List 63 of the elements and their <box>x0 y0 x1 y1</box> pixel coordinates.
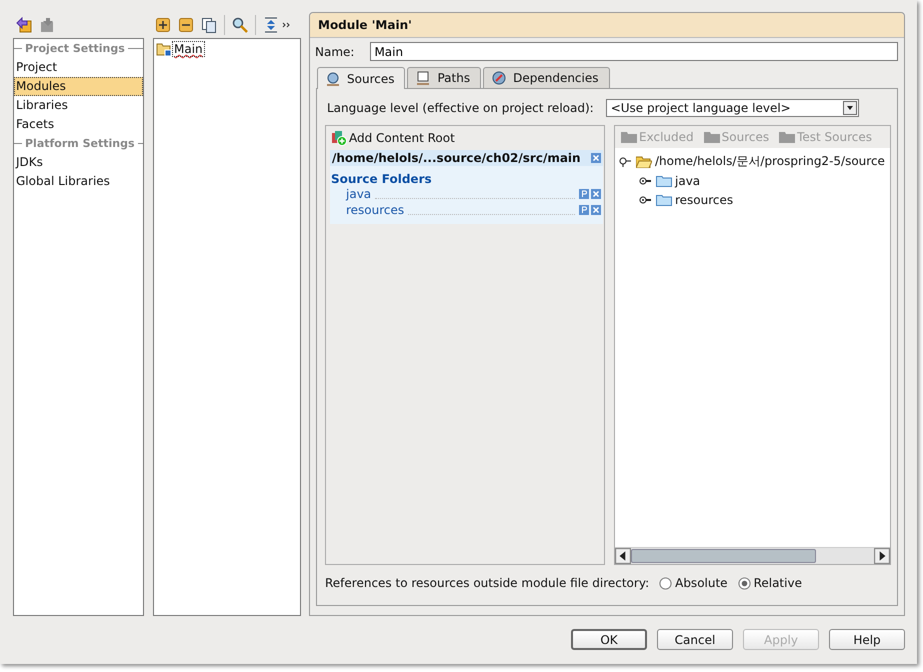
root-path: /home/helols/...source/ch02/src/main <box>332 151 581 165</box>
properties-icon[interactable] <box>579 205 589 215</box>
folder-icon <box>621 131 637 143</box>
folder-icon <box>779 131 796 143</box>
tree-item[interactable]: java <box>675 174 700 188</box>
folder-icon <box>656 194 672 206</box>
close-icon[interactable] <box>591 153 601 163</box>
expand-icon[interactable] <box>263 17 279 33</box>
open-folder-icon <box>636 156 652 168</box>
group-header: Project Settings <box>25 42 125 55</box>
scrollbar-thumb[interactable] <box>631 549 816 563</box>
expand-handle-icon[interactable] <box>639 194 653 204</box>
radio-circle-icon <box>738 576 751 590</box>
forward-icon[interactable] <box>40 17 56 33</box>
section-title: Source Folders <box>330 172 433 186</box>
folder-icon <box>656 174 672 186</box>
search-icon[interactable] <box>232 17 248 33</box>
sidebar-item[interactable]: Modules <box>14 77 143 96</box>
tree-item[interactable]: Main <box>173 42 204 56</box>
folder-icon <box>704 131 720 143</box>
sidebar-item[interactable]: Global Libraries <box>14 172 143 191</box>
tree-item[interactable]: resources <box>675 192 734 206</box>
more-icon[interactable] <box>282 20 292 30</box>
add-root-icon <box>331 130 347 146</box>
sidebar-item[interactable]: Facets <box>14 115 143 134</box>
language-dropdown[interactable]: <Use project language level> <box>606 99 859 117</box>
radio-button[interactable]: Absolute <box>659 576 728 590</box>
compass-icon <box>491 70 508 86</box>
group-header: Platform Settings <box>25 137 134 150</box>
source-folder[interactable]: java <box>346 187 372 201</box>
close-icon[interactable] <box>591 205 601 215</box>
radio-circle-icon <box>659 576 672 590</box>
tree-item[interactable]: /home/helols/문서/prospring2-5/source <box>655 153 885 170</box>
tab[interactable]: Sources <box>317 67 406 89</box>
tab[interactable]: Paths <box>407 67 482 88</box>
dialog-button[interactable]: Cancel <box>657 629 733 650</box>
tab[interactable]: Dependencies <box>483 67 610 88</box>
dialog-button[interactable]: Help <box>829 629 905 650</box>
source-folder[interactable]: resources <box>346 203 404 217</box>
dialog-button[interactable]: OK <box>571 629 647 650</box>
remove-icon[interactable] <box>178 17 194 33</box>
sidebar-item[interactable]: JDKs <box>14 153 143 172</box>
back-icon[interactable] <box>16 17 32 33</box>
sidebar-item[interactable]: Project <box>14 58 143 77</box>
name-label: Name: <box>315 44 354 58</box>
sidebar-item[interactable]: Libraries <box>14 96 143 115</box>
scroll-right-icon[interactable] <box>874 548 890 564</box>
add-content-root-button[interactable]: Add Content Root <box>326 126 604 149</box>
scroll-left-icon[interactable] <box>615 548 631 564</box>
expand-handle-icon[interactable] <box>639 176 653 186</box>
module-folder-icon <box>156 41 172 57</box>
horizontal-scrollbar[interactable] <box>615 547 890 564</box>
copy-icon[interactable] <box>201 17 217 33</box>
expand-handle-icon[interactable] <box>619 156 633 166</box>
module-title: Module 'Main' <box>310 13 904 38</box>
close-icon[interactable] <box>591 189 601 199</box>
monitor-icon <box>415 70 432 86</box>
properties-icon[interactable] <box>579 189 589 199</box>
references-label: References to resources outside module file directory: <box>325 576 650 590</box>
name-field[interactable]: Main <box>370 42 898 61</box>
radio-button[interactable]: Relative <box>738 576 802 590</box>
add-icon[interactable] <box>155 17 171 33</box>
language-label: Language level (effective on project reload): <box>327 101 594 115</box>
